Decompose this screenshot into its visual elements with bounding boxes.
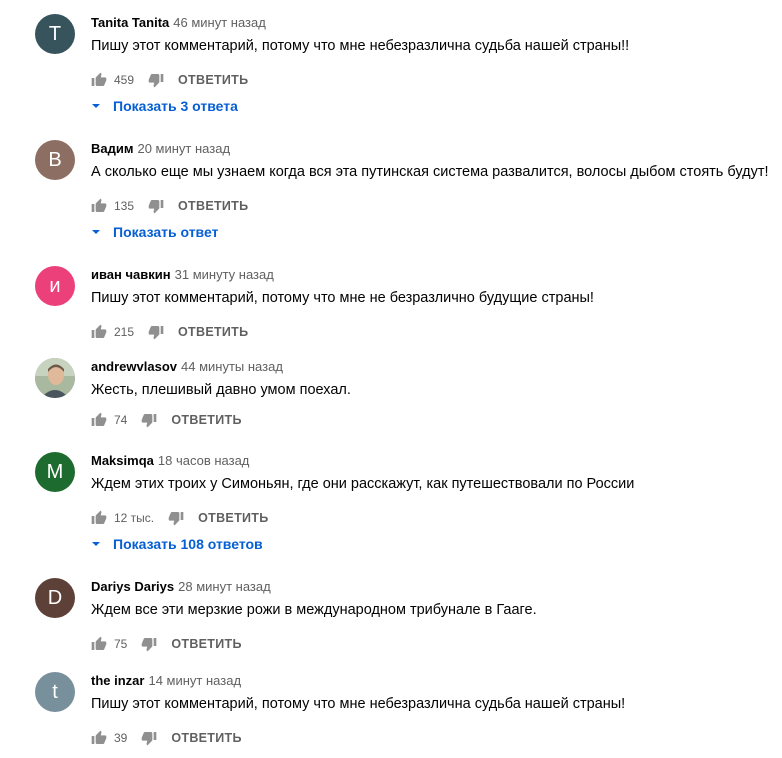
avatar[interactable]: В — [35, 140, 75, 180]
comment-header: иван чавкин 31 минуту назад — [91, 266, 274, 284]
show-replies-button[interactable]: Показать 108 ответов — [91, 536, 263, 552]
comment-actions: 459 ОТВЕТИТЬ — [91, 70, 248, 90]
thumb-down-icon[interactable] — [141, 730, 157, 746]
author-name[interactable]: Tanita Tanita — [91, 15, 169, 30]
thumb-down-icon[interactable] — [148, 198, 164, 214]
thumb-down-icon[interactable] — [148, 324, 164, 340]
avatar[interactable]: t — [35, 672, 75, 712]
comment-text: Пишу этот комментарий, потому что мне не… — [91, 696, 626, 712]
like-count: 74 — [114, 413, 128, 427]
avatar[interactable]: T — [35, 14, 75, 54]
author-name[interactable]: иван чавкин — [91, 267, 171, 282]
comment-text: Пишу этот комментарий, потому что мне не… — [91, 290, 594, 306]
avatar[interactable]: и — [35, 266, 75, 306]
chevron-down-icon — [92, 104, 100, 108]
thumb-up-icon[interactable] — [91, 324, 107, 340]
comment-header: the inzar 14 минут назад — [91, 672, 241, 690]
author-name[interactable]: Вадим — [91, 141, 133, 156]
reply-button[interactable]: ОТВЕТИТЬ — [178, 199, 248, 213]
reply-button[interactable]: ОТВЕТИТЬ — [171, 637, 241, 651]
avatar[interactable]: M — [35, 452, 75, 492]
comment-actions: 215 ОТВЕТИТЬ — [91, 322, 248, 342]
comment-time[interactable]: 20 минут назад — [137, 141, 230, 156]
thumb-up-icon[interactable] — [91, 412, 107, 428]
avatar[interactable]: D — [35, 578, 75, 618]
like-count: 75 — [114, 637, 128, 651]
comment-time[interactable]: 14 минут назад — [148, 673, 241, 688]
avatar-photo — [35, 358, 75, 398]
comment-text: А сколько еще мы узнаем когда вся эта пу… — [91, 164, 769, 180]
like-count: 459 — [114, 73, 135, 87]
author-name[interactable]: Maksimqa — [91, 453, 154, 468]
comment-header: Maksimqa 18 часов назад — [91, 452, 249, 470]
comment-time[interactable]: 44 минуты назад — [181, 359, 283, 374]
comment-text: Жесть, плешивый давно умом поехал. — [91, 382, 351, 398]
show-replies-label: Показать 3 ответа — [113, 98, 238, 114]
show-replies-label: Показать 108 ответов — [113, 536, 263, 552]
like-count: 135 — [114, 199, 135, 213]
like-count: 39 — [114, 731, 128, 745]
author-name[interactable]: Dariys Dariys — [91, 579, 174, 594]
thumb-up-icon[interactable] — [91, 730, 107, 746]
author-name[interactable]: the inzar — [91, 673, 144, 688]
thumb-up-icon[interactable] — [91, 510, 107, 526]
comment-time[interactable]: 18 часов назад — [158, 453, 250, 468]
thumb-up-icon[interactable] — [91, 198, 107, 214]
comment-text: Ждем все эти мерзкие рожи в международно… — [91, 602, 537, 618]
comment-actions: 12 тыс. ОТВЕТИТЬ — [91, 508, 269, 528]
show-replies-button[interactable]: Показать 3 ответа — [91, 98, 238, 114]
comment-header: Dariys Dariys 28 минут назад — [91, 578, 271, 596]
comment-actions: 75 ОТВЕТИТЬ — [91, 634, 242, 654]
thumb-up-icon[interactable] — [91, 72, 107, 88]
reply-button[interactable]: ОТВЕТИТЬ — [198, 511, 268, 525]
thumb-down-icon[interactable] — [141, 636, 157, 652]
like-count: 215 — [114, 325, 135, 339]
author-name[interactable]: andrewvlasov — [91, 359, 177, 374]
reply-button[interactable]: ОТВЕТИТЬ — [178, 73, 248, 87]
comment-text: Пишу этот комментарий, потому что мне не… — [91, 38, 630, 54]
chevron-down-icon — [92, 542, 100, 546]
comment-header: Tanita Tanita 46 минут назад — [91, 14, 266, 32]
reply-button[interactable]: ОТВЕТИТЬ — [178, 325, 248, 339]
show-replies-label: Показать ответ — [113, 224, 219, 240]
comment-time[interactable]: 46 минут назад — [173, 15, 266, 30]
comment-actions: 39 ОТВЕТИТЬ — [91, 728, 242, 748]
reply-button[interactable]: ОТВЕТИТЬ — [171, 413, 241, 427]
show-replies-button[interactable]: Показать ответ — [91, 224, 218, 240]
comment-text: Ждем этих троих у Симоньян, где они расс… — [91, 476, 635, 492]
like-count: 12 тыс. — [114, 511, 155, 525]
chevron-down-icon — [92, 230, 100, 234]
comment-actions: 135 ОТВЕТИТЬ — [91, 196, 248, 216]
comment-actions: 74 ОТВЕТИТЬ — [91, 410, 242, 430]
thumb-down-icon[interactable] — [148, 72, 164, 88]
thumb-down-icon[interactable] — [141, 412, 157, 428]
avatar[interactable] — [35, 358, 75, 398]
reply-button[interactable]: ОТВЕТИТЬ — [171, 731, 241, 745]
comment-header: andrewvlasov 44 минуты назад — [91, 358, 283, 376]
thumb-up-icon[interactable] — [91, 636, 107, 652]
comment-header: Вадим 20 минут назад — [91, 140, 230, 158]
comment-time[interactable]: 31 минуту назад — [175, 267, 274, 282]
thumb-down-icon[interactable] — [168, 510, 184, 526]
comment-time[interactable]: 28 минут назад — [178, 579, 271, 594]
